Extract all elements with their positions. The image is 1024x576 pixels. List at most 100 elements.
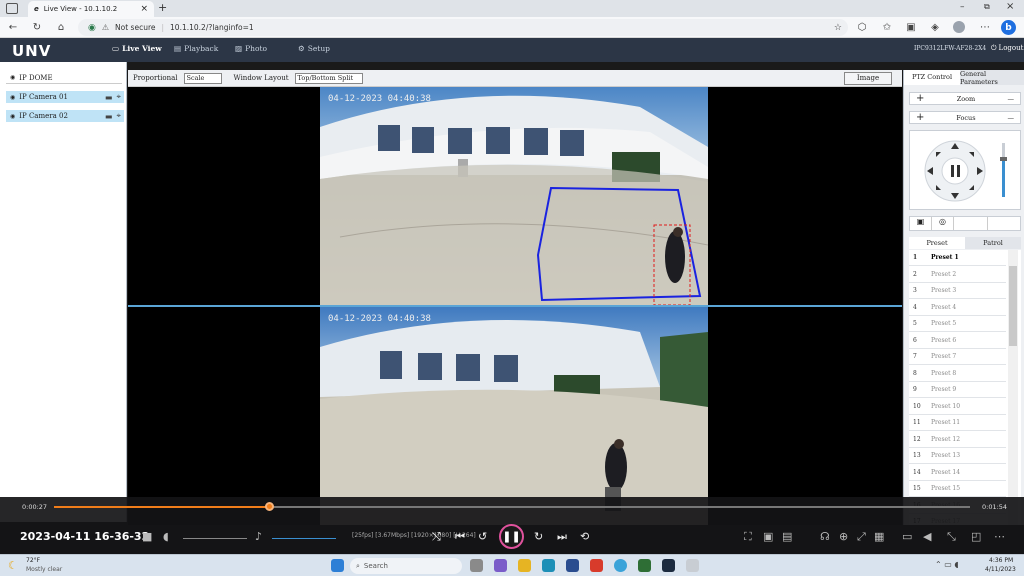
reload-icon[interactable]: ↻ [30,20,44,34]
tree-root-ip-dome[interactable]: ◉ IP DOME [6,72,122,84]
talk-icon[interactable]: ☊ [820,530,830,543]
preset-row[interactable]: 8 Preset 8 [909,365,1006,382]
top-camera-view[interactable]: 04-12-2023 04:40:38 [320,87,708,305]
zoom-out-button[interactable]: — [1008,95,1015,103]
tab-general-parameters[interactable]: General Parameters [960,70,1024,86]
browser-essentials-icon[interactable]: ◈ [928,20,942,34]
preset-row[interactable]: 12 Preset 12 [909,431,1006,448]
nav-photo[interactable]: ▨ Photo [235,44,267,53]
window-layout-select[interactable]: Top/Bottom Split [294,72,363,84]
preset-row[interactable]: 9 Preset 9 [909,382,1006,398]
tab-actions-icon[interactable] [6,3,18,14]
window-close-icon[interactable]: × [1006,1,1014,12]
shrink-icon[interactable]: ⤡ [947,530,956,544]
task-view-icon[interactable] [470,559,483,572]
preset-row[interactable]: 11 Preset 11 [909,415,1006,431]
volume-icon[interactable]: ◀ [923,530,931,543]
file-explorer-icon[interactable] [518,559,531,572]
stop-icon[interactable]: ■ [142,530,152,543]
nav-playback[interactable]: ▤ Playback [174,44,218,53]
volume-track[interactable] [183,538,247,539]
store-icon[interactable] [566,559,579,572]
crop-icon[interactable]: ⛶ [744,530,752,544]
nav-live-view[interactable]: ▭ Live View [112,44,162,53]
extensions-icon[interactable]: ⬡ [855,20,869,34]
url-field[interactable]: ◉ ⚠ Not secure | 10.1.10.2/?langinfo=1 ☆ [78,19,848,36]
previous-icon[interactable]: ⏮ [455,530,465,544]
preset-row[interactable]: 14 Preset 14 [909,464,1006,481]
player-more-icon[interactable]: ⋯ [994,530,1005,543]
chat-icon[interactable] [494,559,507,572]
app-icon-red[interactable] [590,559,603,572]
nav-setup[interactable]: ⚙ Setup [298,44,330,53]
taskbar-search[interactable]: ⌕ Search [350,558,462,574]
tree-item-ip-camera-02[interactable]: ◉ IP Camera 02 ▬ ⌖ [6,110,124,122]
preset-snapshot-icon[interactable]: ▣ [910,217,932,230]
preset-row[interactable]: 4 Preset 4 [909,299,1006,316]
preset-row[interactable]: 5 Preset 5 [909,316,1006,332]
preset-row[interactable]: 1 Preset 1 [909,250,1006,266]
fullscreen-icon[interactable]: ⤢ [857,530,866,544]
rewind-10-icon[interactable]: ↺ [478,530,487,543]
progress-handle[interactable] [265,502,274,511]
bing-icon[interactable]: b [1001,20,1016,35]
miniplayer-icon[interactable]: ◰ [971,530,981,543]
home-icon[interactable]: ⌂ [54,20,68,34]
app-icon-gray[interactable] [686,559,699,572]
snapshot-icon[interactable]: ⌖ [116,111,121,121]
preset-row[interactable]: 13 Preset 13 [909,448,1006,464]
profile-avatar[interactable] [953,21,965,33]
minimize-icon[interactable]: – [960,2,965,12]
favorite-icon[interactable]: ☆ [834,23,842,33]
grid-icon[interactable]: ▦ [874,530,884,543]
app-icon-green[interactable] [638,559,651,572]
collections-icon[interactable]: ▣ [904,20,918,34]
digital-zoom-icon[interactable]: ⊕ [839,530,848,543]
weather-icon[interactable]: ☾ [8,559,18,572]
mic-volume-track[interactable] [272,538,336,539]
cast-icon[interactable]: ▭ [902,530,912,543]
browser-tab[interactable]: e Live View - 10.1.10.2 × [28,1,154,17]
more-icon[interactable]: ⋯ [978,20,992,34]
play-pause-button[interactable]: ❚❚ [499,524,524,549]
preset-row[interactable]: 7 Preset 7 [909,349,1006,365]
tab-preset[interactable]: Preset [909,237,965,249]
iris-icon[interactable]: ◎ [932,217,954,230]
preset-row[interactable]: 3 Preset 3 [909,283,1006,299]
focus-far-button[interactable]: — [1008,114,1015,122]
new-tab-button[interactable]: + [158,1,167,14]
preset-scroll-thumb[interactable] [1009,266,1017,346]
record-icon[interactable]: ▬ [105,112,113,121]
next-icon[interactable]: ⏭ [557,530,567,544]
warning-icon[interactable]: ⚠ [102,23,109,32]
zoom-in-button[interactable]: + [916,93,924,104]
tree-item-ip-camera-01[interactable]: ◉ IP Camera 01 ▬ ⌖ [6,91,124,103]
logout-button[interactable]: ⏻ Logout [991,44,1023,53]
preset-row[interactable]: 6 Preset 6 [909,332,1006,349]
proportional-select[interactable]: Scale [183,72,222,84]
edge-icon[interactable] [542,559,555,572]
preset-row[interactable]: 2 Preset 2 [909,266,1006,283]
restore-icon[interactable]: ⧉ [984,2,990,12]
preset-row[interactable]: 15 Preset 15 [909,481,1006,497]
forward-30-icon[interactable]: ↻ [534,530,543,543]
app-icon-blue[interactable] [614,559,627,572]
tab-patrol[interactable]: Patrol [965,237,1021,249]
preset-scrollbar[interactable] [1008,250,1018,525]
focus-near-button[interactable]: + [916,112,924,123]
snapshot-icon[interactable]: ⌖ [116,92,121,102]
close-tab-icon[interactable]: × [140,4,148,14]
record-clip-icon[interactable]: ▤ [782,530,792,543]
tab-ptz-control[interactable]: PTZ Control [904,70,960,85]
start-icon[interactable] [331,559,344,572]
bottom-camera-view[interactable]: 04-12-2023 04:40:38 [320,307,708,525]
repeat-icon[interactable]: ⟲ [580,530,589,543]
shuffle-icon[interactable]: ⤭ [432,530,441,544]
image-button[interactable]: Image [844,71,892,85]
record-icon[interactable]: ▬ [105,93,113,102]
back-icon[interactable]: ← [6,20,20,34]
microphone-icon[interactable]: ♪ [255,530,262,543]
favorites-bar-icon[interactable]: ✩ [880,20,894,34]
system-tray-icons[interactable]: ⌃ ▭ ◖ [935,560,959,569]
steam-icon[interactable] [662,559,675,572]
